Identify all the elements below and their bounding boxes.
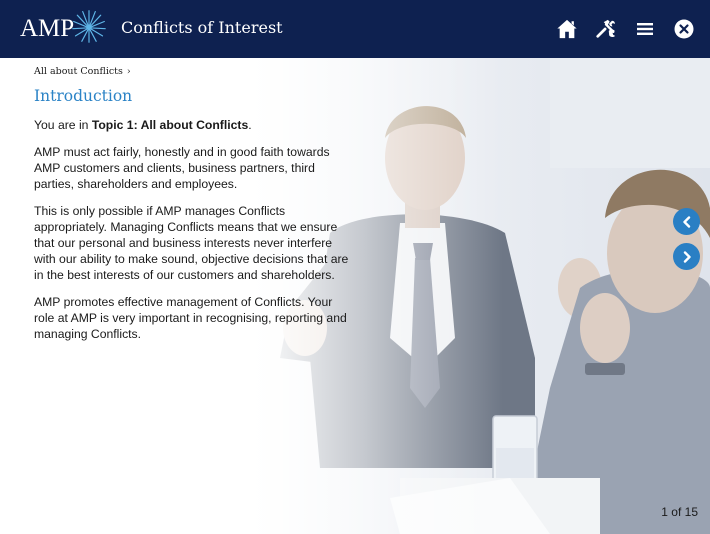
tools-icon [596,19,616,38]
tools-button[interactable] [591,14,621,44]
intro-paragraph: You are in Topic 1: All about Conflicts. [34,117,354,133]
breadcrumb-link[interactable]: All about Conflicts [34,66,123,77]
topic-label: Topic 1: All about Conflicts [91,118,249,132]
page-title: Introduction [34,87,133,105]
home-icon [557,19,577,39]
next-page-button[interactable] [673,243,700,270]
close-button[interactable] [669,14,699,44]
chevron-left-icon [682,215,690,228]
chevron-right-icon [683,250,691,263]
content-body: You are in Topic 1: All about Conflicts.… [34,117,354,353]
body-paragraph: This is only possible if AMP manages Con… [34,204,349,282]
breadcrumb-chevron-icon: › [126,66,131,77]
course-title: Conflicts of Interest [121,18,283,37]
home-button[interactable] [552,14,582,44]
menu-icon [637,23,653,35]
close-icon [674,19,694,39]
amp-logo: AMP [20,10,107,46]
page-counter: 1 of 15 [661,505,698,519]
logo-text: AMP [20,14,75,42]
logo-starburst-icon [72,10,106,43]
menu-button[interactable] [630,14,660,44]
previous-page-button[interactable] [673,208,700,235]
body-paragraph: AMP must act fairly, honestly and in goo… [34,145,330,191]
intro-suffix: . [248,118,252,132]
app-header: AMP Conflicts of Interest [0,0,710,58]
breadcrumb: All about Conflicts › [34,66,131,77]
body-paragraph: AMP promotes effective management of Con… [34,295,347,341]
intro-prefix: You are in [34,118,92,132]
